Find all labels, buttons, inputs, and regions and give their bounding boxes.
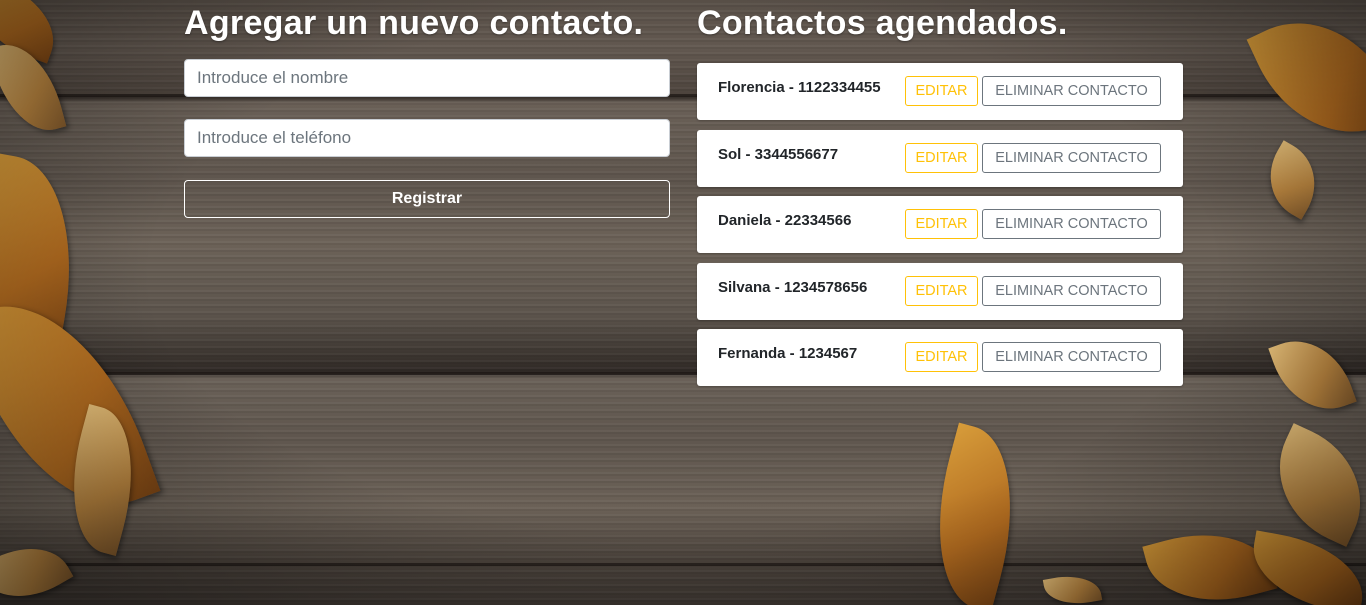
contact-list: Florencia - 1122334455 EDITAR ELIMINAR C… — [697, 63, 1183, 396]
delete-contact-button[interactable]: ELIMINAR CONTACTO — [982, 342, 1161, 372]
edit-button[interactable]: EDITAR — [905, 142, 978, 173]
register-button[interactable]: Registrar — [184, 180, 670, 218]
edit-button[interactable]: EDITAR — [905, 76, 978, 106]
contact-text: Fernanda - 1234567 — [718, 345, 858, 362]
contact-card: Fernanda - 1234567 EDITAR ELIMINAR CONTA… — [697, 329, 1183, 386]
edit-button[interactable]: EDITAR — [905, 275, 978, 306]
delete-contact-button[interactable]: ELIMINAR CONTACTO — [982, 76, 1161, 106]
add-contact-heading: Agregar un nuevo contacto. — [184, 4, 644, 42]
edit-button[interactable]: EDITAR — [905, 209, 978, 239]
contact-card: Sol - 3344556677 EDITAR ELIMINAR CONTACT… — [697, 129, 1183, 187]
contact-text: Daniela - 22334566 — [718, 212, 852, 229]
contact-card: Silvana - 1234578656 EDITAR ELIMINAR CON… — [697, 262, 1183, 320]
contact-card: Daniela - 22334566 EDITAR ELIMINAR CONTA… — [697, 196, 1183, 253]
phone-input[interactable] — [184, 119, 670, 157]
contact-text: Sol - 3344556677 — [718, 145, 839, 163]
delete-contact-button[interactable]: ELIMINAR CONTACTO — [982, 209, 1161, 239]
edit-button[interactable]: EDITAR — [905, 342, 978, 372]
contact-text: Silvana - 1234578656 — [718, 278, 868, 296]
contacts-heading: Contactos agendados. — [697, 4, 1068, 42]
name-input[interactable] — [184, 59, 670, 97]
contact-card: Florencia - 1122334455 EDITAR ELIMINAR C… — [697, 63, 1183, 120]
delete-contact-button[interactable]: ELIMINAR CONTACTO — [982, 275, 1161, 306]
contact-text: Florencia - 1122334455 — [718, 79, 881, 96]
delete-contact-button[interactable]: ELIMINAR CONTACTO — [982, 142, 1161, 173]
